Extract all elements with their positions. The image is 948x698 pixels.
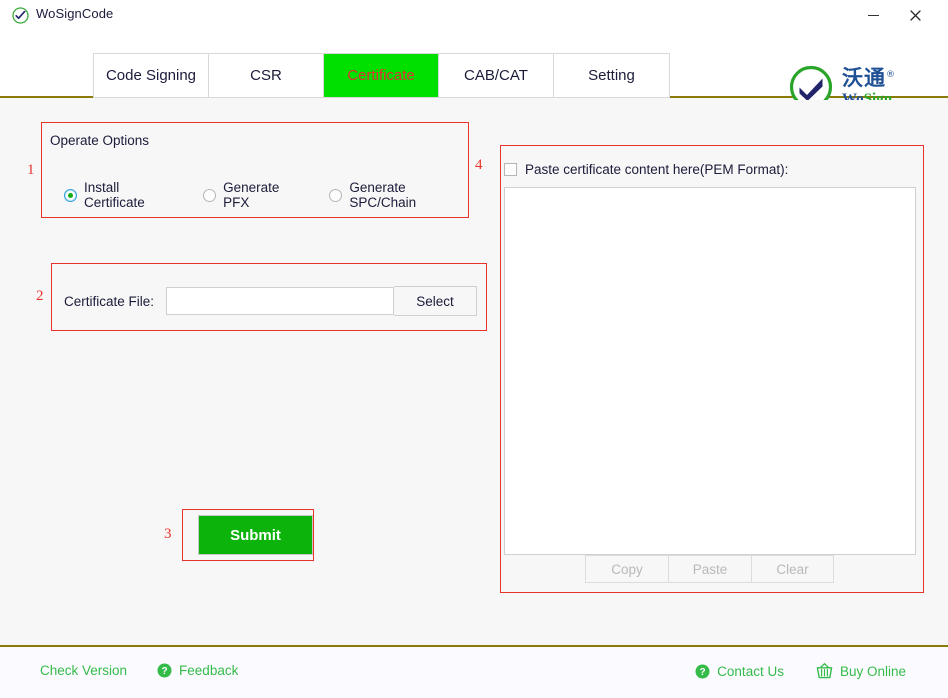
certificate-file-row: Certificate File: Select bbox=[64, 286, 477, 316]
certificate-content-textarea[interactable] bbox=[504, 187, 916, 555]
wosign-logo-cn: 沃通® bbox=[842, 68, 896, 89]
certificate-file-input[interactable] bbox=[166, 287, 394, 315]
footer-right-links: ? Contact Us Buy Online bbox=[695, 663, 906, 679]
clear-button[interactable]: Clear bbox=[751, 555, 834, 583]
annotation-number-2: 2 bbox=[36, 288, 44, 305]
footer-left-links: Check Version ? Feedback bbox=[40, 663, 238, 678]
title-bar: WoSignCode bbox=[0, 0, 948, 30]
wosign-check-icon bbox=[12, 7, 29, 24]
radio-generate-pfx-label: Generate PFX bbox=[223, 180, 303, 210]
operate-options-group: Operate Options Install Certificate Gene… bbox=[41, 122, 469, 218]
svg-text:?: ? bbox=[700, 667, 706, 678]
radio-install-certificate[interactable]: Install Certificate bbox=[64, 180, 177, 210]
copy-button[interactable]: Copy bbox=[585, 555, 668, 583]
question-circle-icon: ? bbox=[695, 664, 710, 679]
tab-certificate[interactable]: Certificate bbox=[324, 54, 439, 97]
operate-options-radio-group: Install Certificate Generate PFX Generat… bbox=[64, 180, 468, 210]
radio-indicator bbox=[329, 189, 342, 202]
annotation-number-1: 1 bbox=[27, 162, 35, 179]
buy-online-link[interactable]: Buy Online bbox=[816, 663, 906, 679]
window-title: WoSignCode bbox=[36, 6, 113, 21]
operate-options-title: Operate Options bbox=[50, 133, 149, 148]
minimize-button[interactable] bbox=[854, 0, 892, 30]
contact-us-label: Contact Us bbox=[717, 664, 784, 679]
certificate-file-label: Certificate File: bbox=[64, 294, 166, 309]
check-version-label: Check Version bbox=[40, 663, 127, 678]
feedback-label: Feedback bbox=[179, 663, 238, 678]
submit-button[interactable]: Submit bbox=[198, 515, 313, 555]
radio-install-certificate-label: Install Certificate bbox=[84, 180, 177, 210]
radio-generate-pfx[interactable]: Generate PFX bbox=[203, 180, 303, 210]
annotation-number-3: 3 bbox=[164, 526, 172, 543]
tab-code-signing[interactable]: Code Signing bbox=[94, 54, 209, 97]
paste-certificate-checkbox-row[interactable]: Paste certificate content here(PEM Forma… bbox=[504, 162, 788, 177]
feedback-link[interactable]: ? Feedback bbox=[157, 663, 238, 678]
buy-online-label: Buy Online bbox=[840, 664, 906, 679]
contact-us-link[interactable]: ? Contact Us bbox=[695, 664, 784, 679]
radio-indicator bbox=[203, 189, 216, 202]
check-version-link[interactable]: Check Version bbox=[40, 663, 127, 678]
header-bar: Code Signing CSR Certificate CAB/CAT Set… bbox=[0, 30, 948, 98]
tab-cab-cat[interactable]: CAB/CAT bbox=[439, 54, 554, 97]
radio-generate-spc-chain[interactable]: Generate SPC/Chain bbox=[329, 180, 468, 210]
main-content: 1 Operate Options Install Certificate Ge… bbox=[0, 100, 948, 645]
tab-bar: Code Signing CSR Certificate CAB/CAT Set… bbox=[93, 53, 670, 98]
paste-certificate-checkbox[interactable] bbox=[504, 163, 517, 176]
select-file-button[interactable]: Select bbox=[394, 286, 477, 316]
close-button[interactable] bbox=[896, 0, 934, 30]
shopping-basket-icon bbox=[816, 663, 833, 679]
radio-indicator-selected bbox=[64, 189, 77, 202]
paste-certificate-label: Paste certificate content here(PEM Forma… bbox=[525, 162, 788, 177]
annotation-number-4: 4 bbox=[475, 157, 483, 174]
radio-generate-spc-chain-label: Generate SPC/Chain bbox=[349, 180, 468, 210]
paste-panel-button-group: Copy Paste Clear bbox=[585, 555, 834, 583]
svg-text:?: ? bbox=[161, 666, 167, 677]
registered-mark: ® bbox=[886, 70, 896, 80]
question-circle-icon: ? bbox=[157, 663, 172, 678]
application-window: WoSignCode Code Signing CSR Certificate … bbox=[0, 0, 948, 698]
tab-csr[interactable]: CSR bbox=[209, 54, 324, 97]
footer-bar: Check Version ? Feedback ? bbox=[0, 645, 948, 698]
tab-setting[interactable]: Setting bbox=[554, 54, 669, 97]
paste-button[interactable]: Paste bbox=[668, 555, 751, 583]
